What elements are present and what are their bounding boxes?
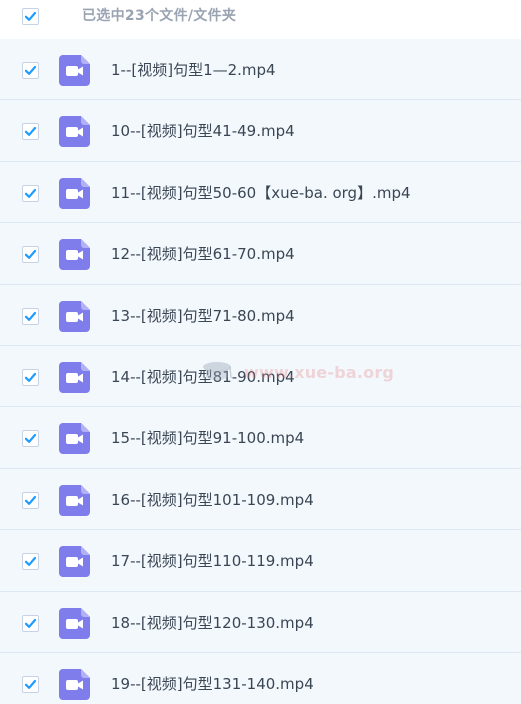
check-icon xyxy=(24,11,37,21)
file-row[interactable]: 15--[视频]句型91-100.mp4 xyxy=(0,407,521,469)
video-file-icon xyxy=(59,607,90,639)
file-name[interactable]: 17--[视频]句型110-119.mp4 xyxy=(111,551,314,571)
file-row[interactable]: 14--[视频]句型81-90.mp4 xyxy=(0,345,521,408)
file-name[interactable]: 13--[视频]句型71-80.mp4 xyxy=(111,306,295,326)
file-name[interactable]: 10--[视频]句型41-49.mp4 xyxy=(111,121,295,141)
file-checkbox[interactable] xyxy=(22,123,39,141)
file-name[interactable]: 12--[视频]句型61-70.mp4 xyxy=(111,244,295,264)
file-checkbox[interactable] xyxy=(22,430,39,448)
check-icon xyxy=(24,495,37,505)
file-name[interactable]: 11--[视频]句型50-60【xue-ba. org】.mp4 xyxy=(111,183,411,203)
file-checkbox[interactable] xyxy=(22,368,39,386)
video-file-icon xyxy=(59,239,90,271)
file-checkbox[interactable] xyxy=(22,246,39,264)
check-icon xyxy=(24,372,37,382)
file-checkbox[interactable] xyxy=(22,553,39,571)
file-row[interactable]: 13--[视频]句型71-80.mp4 xyxy=(0,284,521,346)
check-icon xyxy=(24,188,37,198)
file-row[interactable]: 12--[视频]句型61-70.mp4 xyxy=(0,223,521,285)
file-name[interactable]: 19--[视频]句型131-140.mp4 xyxy=(111,674,314,694)
file-row[interactable]: 16--[视频]句型101-109.mp4 xyxy=(0,468,521,531)
file-list: 1--[视频]句型1—2.mp4 10--[视频]句型41-49.mp4 11--[… xyxy=(0,39,521,704)
video-file-icon xyxy=(59,484,90,516)
selection-header: 已选中23个文件/文件夹 xyxy=(0,0,521,34)
file-checkbox[interactable] xyxy=(22,62,39,79)
file-checkbox[interactable] xyxy=(22,307,39,325)
check-icon xyxy=(24,65,37,75)
check-icon xyxy=(24,557,37,567)
selection-count-label: 已选中23个文件/文件夹 xyxy=(82,8,237,24)
file-name[interactable]: 1--[视频]句型1—2.mp4 xyxy=(111,60,276,80)
video-file-icon xyxy=(59,423,90,455)
video-file-icon xyxy=(59,177,90,209)
video-file-icon xyxy=(59,361,90,393)
check-icon xyxy=(24,618,37,628)
video-file-icon xyxy=(59,668,90,700)
file-row[interactable]: 10--[视频]句型41-49.mp4 xyxy=(0,100,521,162)
file-name[interactable]: 18--[视频]句型120-130.mp4 xyxy=(111,613,314,633)
video-file-icon xyxy=(59,546,90,578)
file-row[interactable]: 11--[视频]句型50-60【xue-ba. org】.mp4 xyxy=(0,161,521,224)
file-checkbox[interactable] xyxy=(22,614,39,632)
file-name[interactable]: 16--[视频]句型101-109.mp4 xyxy=(111,490,314,510)
check-icon xyxy=(24,127,37,137)
file-name[interactable]: 15--[视频]句型91-100.mp4 xyxy=(111,428,304,448)
file-row[interactable]: 19--[视频]句型131-140.mp4 xyxy=(0,652,521,704)
check-icon xyxy=(24,434,37,444)
video-file-icon xyxy=(59,116,90,148)
file-row[interactable]: 1--[视频]句型1—2.mp4 xyxy=(0,39,521,101)
video-file-icon xyxy=(59,55,90,86)
check-icon xyxy=(24,311,37,321)
select-all-checkbox[interactable] xyxy=(22,8,39,25)
file-row[interactable]: 17--[视频]句型110-119.mp4 xyxy=(0,530,521,592)
file-name[interactable]: 14--[视频]句型81-90.mp4 xyxy=(111,367,295,387)
video-file-icon xyxy=(59,300,90,332)
file-row[interactable]: 18--[视频]句型120-130.mp4 xyxy=(0,591,521,653)
file-checkbox[interactable] xyxy=(22,184,39,202)
file-checkbox[interactable] xyxy=(22,675,39,693)
check-icon xyxy=(24,679,37,689)
file-checkbox[interactable] xyxy=(22,491,39,509)
check-icon xyxy=(24,250,37,260)
file-selection-panel: 已选中23个文件/文件夹 1--[视频]句型1—2.mp4 10--[视频]句型4… xyxy=(0,0,521,704)
